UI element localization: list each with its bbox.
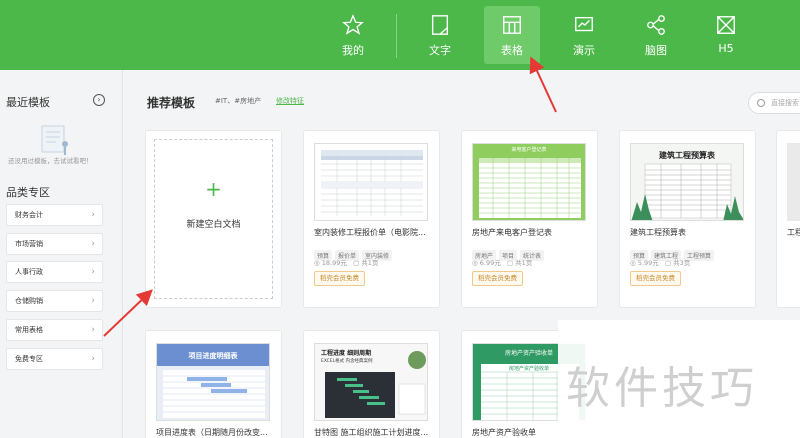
new-blank-card[interactable]: + 新建空白文档 xyxy=(145,130,282,308)
watermark-text: 软件技巧 xyxy=(566,363,758,414)
recent-empty-text: 还没用过模板，去试试看吧！ xyxy=(8,157,93,165)
recent-templates-title: 最近模板 xyxy=(6,96,50,109)
template-thumbnail: 建筑工程预算表 xyxy=(630,143,744,221)
price-icon: ◎ xyxy=(472,259,480,267)
category-item[interactable]: 人事行政 › xyxy=(6,261,103,283)
template-meta: ◎ 6.99元 ▢ 共1页 xyxy=(472,257,532,267)
price-icon: ◎ xyxy=(314,259,322,267)
template-thumbnail: 工程进度 细则周期 EXCEL格式 内含经典案例 xyxy=(314,343,428,421)
category-item[interactable]: 财务会计 › xyxy=(6,204,103,226)
sidebar: 最近模板 › 还没用过模板，去试试看吧！ 品类专区 财务会计 › 市场营销 › 人事… xyxy=(0,70,122,438)
template-pages: 共1页 xyxy=(361,259,379,267)
tab-mine[interactable]: 我的 xyxy=(325,6,381,64)
search-placeholder: 直接搜索 xyxy=(771,99,799,107)
template-title: 工程 xyxy=(787,228,800,237)
category-item[interactable]: 免费专区 › xyxy=(6,348,103,370)
category-item[interactable]: 市场营销 › xyxy=(6,233,103,255)
document-icon xyxy=(431,15,449,35)
template-thumbnail xyxy=(787,143,800,221)
category-item-label: 仓储购销 xyxy=(15,297,43,305)
template-pages: 共3页 xyxy=(673,259,691,267)
template-thumbnail: 来电客户登记表 xyxy=(472,143,586,221)
thumbnail-subheading: EXCEL格式 内含经典案例 xyxy=(321,359,373,364)
star-icon xyxy=(342,14,364,35)
template-title: 室内装修工程报价单（电影院... xyxy=(314,228,426,237)
thumbnail-heading: 工程进度 细则周期 xyxy=(321,350,372,357)
tab-h5[interactable]: H5 xyxy=(698,6,754,64)
chevron-right-icon: › xyxy=(91,267,95,277)
template-meta: ◎ 18.99元 ▢ 共1页 xyxy=(314,257,378,267)
template-meta: ◎ 5.99元 ▢ 共3页 xyxy=(630,257,690,267)
presentation-icon xyxy=(575,16,593,32)
tab-h5-label: H5 xyxy=(718,42,734,55)
chevron-right-icon: › xyxy=(91,325,95,335)
pages-icon: ▢ xyxy=(664,259,674,267)
category-title: 品类专区 xyxy=(6,186,50,199)
new-blank-label: 新建空白文档 xyxy=(186,220,241,230)
template-card[interactable]: 工程 xyxy=(776,130,800,308)
member-free-button[interactable]: 稻壳会员免费 xyxy=(314,271,365,286)
template-card[interactable]: 建筑工程预算表 建筑工程预算表 预算 建筑工程 工程预算 ◎ 5.99元 ▢ 共3页… xyxy=(619,130,756,308)
template-price: 18.99元 xyxy=(321,259,347,267)
tab-mindmap[interactable]: 脑图 xyxy=(628,6,684,64)
search-input[interactable]: 直接搜索 xyxy=(748,92,800,114)
tab-sheet-label: 表格 xyxy=(501,44,523,57)
category-item-label: 免费专区 xyxy=(15,355,43,363)
category-item-label: 财务会计 xyxy=(15,211,43,219)
category-item-label: 人事行政 xyxy=(15,268,43,276)
thumbnail-heading: 来电客户登记表 xyxy=(511,147,547,153)
search-icon xyxy=(757,99,765,107)
tab-sheet[interactable]: 表格 xyxy=(484,6,540,64)
edit-features-link[interactable]: 修改特征 xyxy=(276,96,304,106)
category-item[interactable]: 仓储购销 › xyxy=(6,290,103,312)
recommended-title: 推荐模板 xyxy=(147,96,196,110)
template-price: 5.99元 xyxy=(637,259,659,267)
top-toolbar: 我的 文字 表格 演示 脑图 H5 xyxy=(0,0,800,70)
sidebar-divider xyxy=(122,70,123,438)
category-item-label: 常用表格 xyxy=(15,326,43,334)
template-title: 甘特图 施工组织施工计划进度... xyxy=(314,428,429,437)
template-title: 建筑工程预算表 xyxy=(630,228,686,237)
empty-illustration-icon xyxy=(41,125,68,155)
table-icon xyxy=(503,16,521,34)
template-title: 房地产来电客户登记表 xyxy=(472,228,552,237)
template-pages: 共1页 xyxy=(515,259,533,267)
template-price: 6.99元 xyxy=(479,259,501,267)
tab-presentation[interactable]: 演示 xyxy=(556,6,612,64)
chevron-right-icon: › xyxy=(91,210,95,220)
tab-text[interactable]: 文字 xyxy=(412,6,468,64)
template-card[interactable]: 工程进度 细则周期 EXCEL格式 内含经典案例 甘特图 施工组织施工计划进度.… xyxy=(303,330,440,438)
tab-presentation-label: 演示 xyxy=(573,44,595,57)
template-card[interactable]: 项目进度明细表 项目进度表（日期随月份改变... xyxy=(145,330,282,438)
chevron-right-icon: › xyxy=(91,239,95,249)
member-free-button[interactable]: 稻壳会员免费 xyxy=(472,271,523,286)
template-thumbnail: 项目进度明细表 xyxy=(156,343,270,421)
thumbnail-heading: 项目进度明细表 xyxy=(188,352,238,360)
category-item-label: 市场营销 xyxy=(15,240,43,248)
tab-text-label: 文字 xyxy=(429,44,451,57)
category-item[interactable]: 常用表格 › xyxy=(6,319,103,341)
chevron-right-icon: › xyxy=(91,354,95,364)
thumbnail-heading: 建筑工程预算表 xyxy=(659,151,715,160)
tab-mindmap-label: 脑图 xyxy=(645,44,667,57)
tab-mine-label: 我的 xyxy=(342,44,364,57)
price-icon: ◎ xyxy=(630,259,638,267)
recommended-tags: #IT、#房地产 xyxy=(215,97,262,105)
plus-icon: + xyxy=(205,177,222,201)
h5-icon xyxy=(717,16,735,34)
template-card[interactable]: 来电客户登记表 房地产来电客户登记表 房地产 项目 统计表 ◎ 6.99元 ▢ 共1… xyxy=(461,130,598,308)
toolbar-divider xyxy=(396,14,397,58)
mindmap-icon xyxy=(647,15,665,35)
template-title: 房地产资产验收单 xyxy=(472,428,536,437)
template-title: 项目进度表（日期随月份改变... xyxy=(156,428,268,437)
member-free-button[interactable]: 稻壳会员免费 xyxy=(630,271,681,286)
pages-icon: ▢ xyxy=(506,259,516,267)
template-card[interactable]: 室内装修工程报价单（电影院... 预算 报价单 室内装修 ◎ 18.99元 ▢ 共1… xyxy=(303,130,440,308)
template-thumbnail xyxy=(314,143,428,221)
arrow-right-circle-icon[interactable]: › xyxy=(93,94,105,106)
chevron-right-icon: › xyxy=(91,296,95,306)
